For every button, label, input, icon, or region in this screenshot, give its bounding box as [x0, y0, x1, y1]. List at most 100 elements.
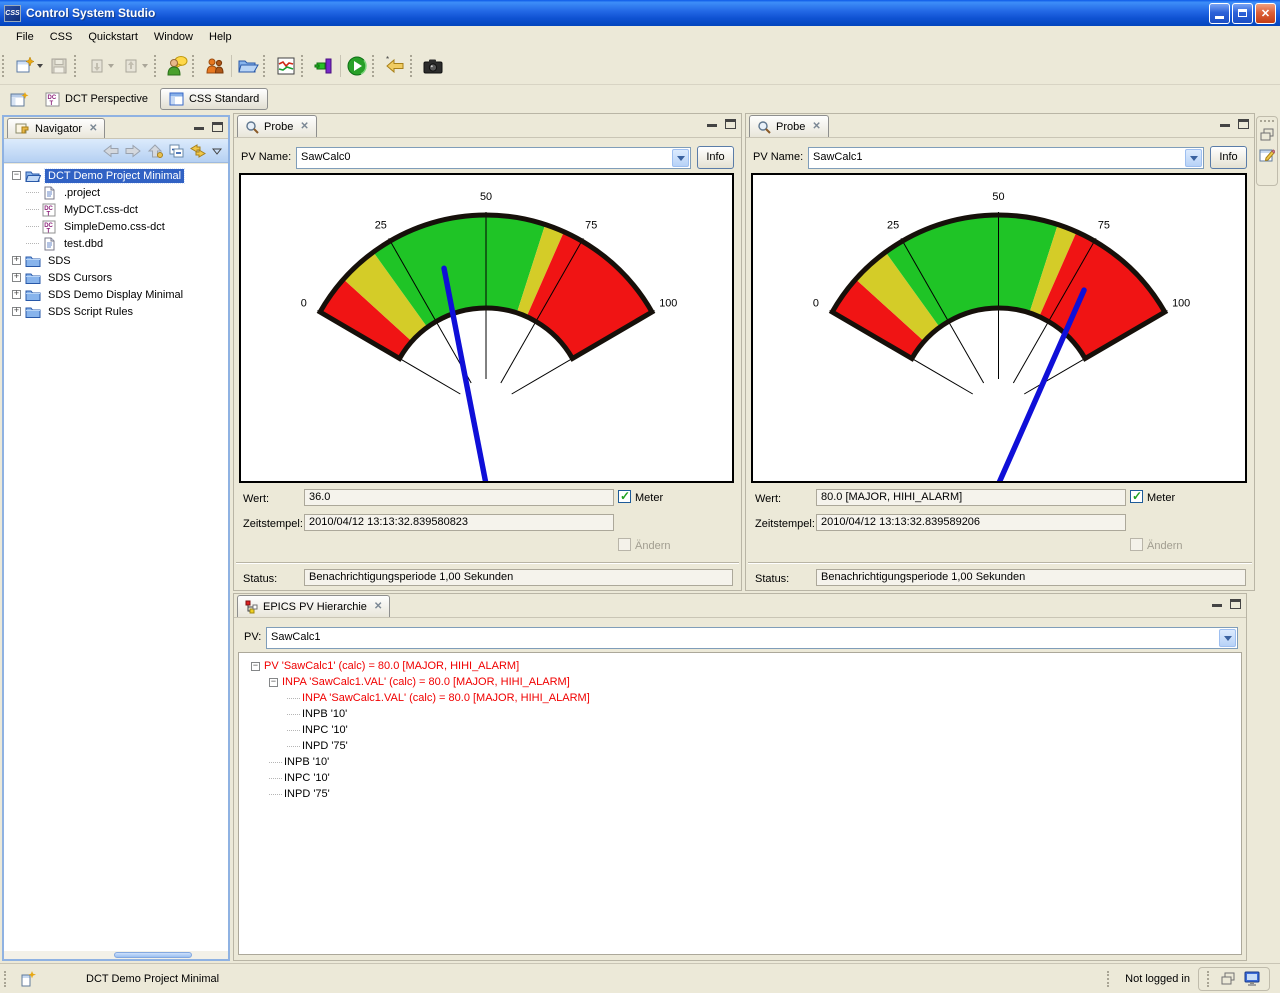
- tree-row[interactable]: − DCT Demo Project Minimal: [4, 167, 228, 184]
- tree-item-label[interactable]: SDS Cursors: [45, 271, 115, 285]
- tree-item-label[interactable]: SimpleDemo.css-dct: [61, 220, 168, 234]
- tree-item-label[interactable]: SDS: [45, 254, 74, 268]
- minimize-view-icon[interactable]: [1220, 122, 1230, 127]
- pv-tree-row[interactable]: INPC '10': [251, 722, 1241, 738]
- screenshot-button[interactable]: [420, 53, 446, 79]
- maximize-view-icon[interactable]: [1238, 119, 1249, 129]
- tree-row[interactable]: DC T SimpleDemo.css-dct: [4, 218, 228, 235]
- connect-plug-button[interactable]: [311, 53, 337, 79]
- toolbar-grip[interactable]: [2, 55, 10, 77]
- menu-css[interactable]: CSS: [42, 29, 81, 45]
- close-tab-icon[interactable]: ✕: [374, 601, 382, 612]
- tree-item-label[interactable]: SDS Demo Display Minimal: [45, 288, 186, 302]
- toolbar-grip[interactable]: [263, 55, 271, 77]
- minimize-view-icon[interactable]: [1212, 602, 1222, 607]
- tree-row[interactable]: + SDS: [4, 252, 228, 269]
- checkout-button[interactable]: [118, 53, 152, 79]
- tree-row[interactable]: test.dbd: [4, 235, 228, 252]
- trim-grip[interactable]: [1260, 120, 1274, 122]
- expand-expander-icon[interactable]: +: [12, 256, 21, 265]
- tab-navigator[interactable]: Navigator ✕: [7, 118, 105, 138]
- minimize-view-icon[interactable]: [707, 122, 717, 127]
- data-browser-button[interactable]: [273, 53, 299, 79]
- tree-item-label[interactable]: DCT Demo Project Minimal: [45, 169, 184, 183]
- up-arrow-icon[interactable]: [147, 144, 163, 158]
- remote-monitor-icon[interactable]: [1243, 971, 1261, 987]
- toolbar-grip[interactable]: [301, 55, 309, 77]
- pv-name-combo[interactable]: SawCalc0: [296, 147, 691, 169]
- pv-tree-row[interactable]: INPD '75': [251, 738, 1241, 754]
- collapse-expander-icon[interactable]: −: [269, 678, 278, 687]
- toolbar-grip[interactable]: [74, 55, 82, 77]
- maximize-view-icon[interactable]: [1230, 599, 1241, 609]
- scrollbar-thumb[interactable]: [114, 952, 192, 958]
- expand-expander-icon[interactable]: +: [12, 307, 21, 316]
- open-folder-button[interactable]: [235, 53, 261, 79]
- new-wizard-button[interactable]: [12, 53, 46, 79]
- fast-view-icon[interactable]: [20, 970, 38, 988]
- run-button[interactable]: [344, 53, 370, 79]
- status-field[interactable]: Benachrichtigungsperiode 1,00 Sekunden: [816, 569, 1246, 586]
- pv-tree-row[interactable]: INPB '10': [251, 754, 1241, 770]
- combo-dropdown-icon[interactable]: [672, 149, 689, 167]
- collapse-expander-icon[interactable]: −: [12, 171, 21, 180]
- close-tab-icon[interactable]: ✕: [89, 123, 97, 134]
- collapse-expander-icon[interactable]: −: [251, 662, 260, 671]
- tree-item-label[interactable]: test.dbd: [61, 237, 106, 251]
- tree-row[interactable]: + SDS Demo Display Minimal: [4, 286, 228, 303]
- tree-item-label[interactable]: SDS Script Rules: [45, 305, 136, 319]
- back-history-button[interactable]: *: [382, 53, 408, 79]
- users-button[interactable]: [202, 53, 228, 79]
- forward-arrow-icon[interactable]: [125, 144, 141, 158]
- close-button[interactable]: ✕: [1255, 3, 1276, 24]
- pv-tree-row[interactable]: − PV 'SawCalc1' (calc) = 80.0 [MAJOR, HI…: [251, 658, 1241, 674]
- maximize-view-icon[interactable]: [212, 122, 223, 132]
- tab-epics-pv-hierarchie[interactable]: EPICS PV Hierarchie ✕: [237, 595, 390, 617]
- collapse-all-icon[interactable]: [169, 144, 184, 158]
- restore-trim-icon[interactable]: [1221, 972, 1235, 985]
- tree-item-label[interactable]: .project: [61, 186, 103, 200]
- aendern-checkbox[interactable]: [618, 538, 631, 551]
- status-field[interactable]: Benachrichtigungsperiode 1,00 Sekunden: [304, 569, 733, 586]
- tab-probe[interactable]: Probe ✕: [237, 115, 317, 137]
- menu-help[interactable]: Help: [201, 29, 240, 45]
- checkin-button[interactable]: [84, 53, 118, 79]
- view-menu-caret[interactable]: [212, 147, 222, 155]
- maximize-view-icon[interactable]: [725, 119, 736, 129]
- minimize-view-icon[interactable]: [194, 125, 204, 130]
- pv-combo[interactable]: SawCalc1: [266, 627, 1238, 649]
- title-bar[interactable]: CSS Control System Studio ✕: [0, 0, 1280, 26]
- tree-row[interactable]: .project: [4, 184, 228, 201]
- pv-tree-row[interactable]: − INPA 'SawCalc1.VAL' (calc) = 80.0 [MAJ…: [251, 674, 1241, 690]
- zeitstempel-field[interactable]: 2010/04/12 13:13:32.839580823: [304, 514, 614, 531]
- perspective-css-standard[interactable]: CSS Standard: [160, 88, 268, 110]
- open-perspective-button[interactable]: [6, 88, 33, 111]
- pv-tree-row[interactable]: INPB '10': [251, 706, 1241, 722]
- restore-button[interactable]: [1232, 3, 1253, 24]
- tree-row[interactable]: + SDS Script Rules: [4, 303, 228, 320]
- horizontal-scrollbar[interactable]: [4, 951, 228, 959]
- toolbar-grip[interactable]: [372, 55, 380, 77]
- wert-field[interactable]: 36.0: [304, 489, 614, 506]
- save-button[interactable]: [46, 53, 72, 79]
- pv-tree-row[interactable]: INPA 'SawCalc1.VAL' (calc) = 80.0 [MAJOR…: [251, 690, 1241, 706]
- pv-tree-row[interactable]: INPD '75': [251, 786, 1241, 802]
- menu-file[interactable]: File: [8, 29, 42, 45]
- tree-item-label[interactable]: MyDCT.css-dct: [61, 203, 141, 217]
- restore-trim-icon[interactable]: [1260, 128, 1274, 141]
- expand-expander-icon[interactable]: +: [12, 290, 21, 299]
- link-editor-icon[interactable]: [190, 144, 206, 158]
- user-comment-button[interactable]: [164, 53, 190, 79]
- toolbar-grip[interactable]: [192, 55, 200, 77]
- aendern-checkbox[interactable]: [1130, 538, 1143, 551]
- zeitstempel-field[interactable]: 2010/04/12 13:13:32.839589206: [816, 514, 1126, 531]
- tab-probe[interactable]: Probe ✕: [749, 115, 829, 137]
- toolbar-grip[interactable]: [410, 55, 418, 77]
- tree-row[interactable]: + SDS Cursors: [4, 269, 228, 286]
- meter-checkbox[interactable]: [618, 490, 631, 503]
- back-arrow-icon[interactable]: [103, 144, 119, 158]
- info-button[interactable]: Info: [697, 146, 734, 169]
- minimize-button[interactable]: [1209, 3, 1230, 24]
- expand-expander-icon[interactable]: +: [12, 273, 21, 282]
- combo-dropdown-icon[interactable]: [1185, 149, 1202, 167]
